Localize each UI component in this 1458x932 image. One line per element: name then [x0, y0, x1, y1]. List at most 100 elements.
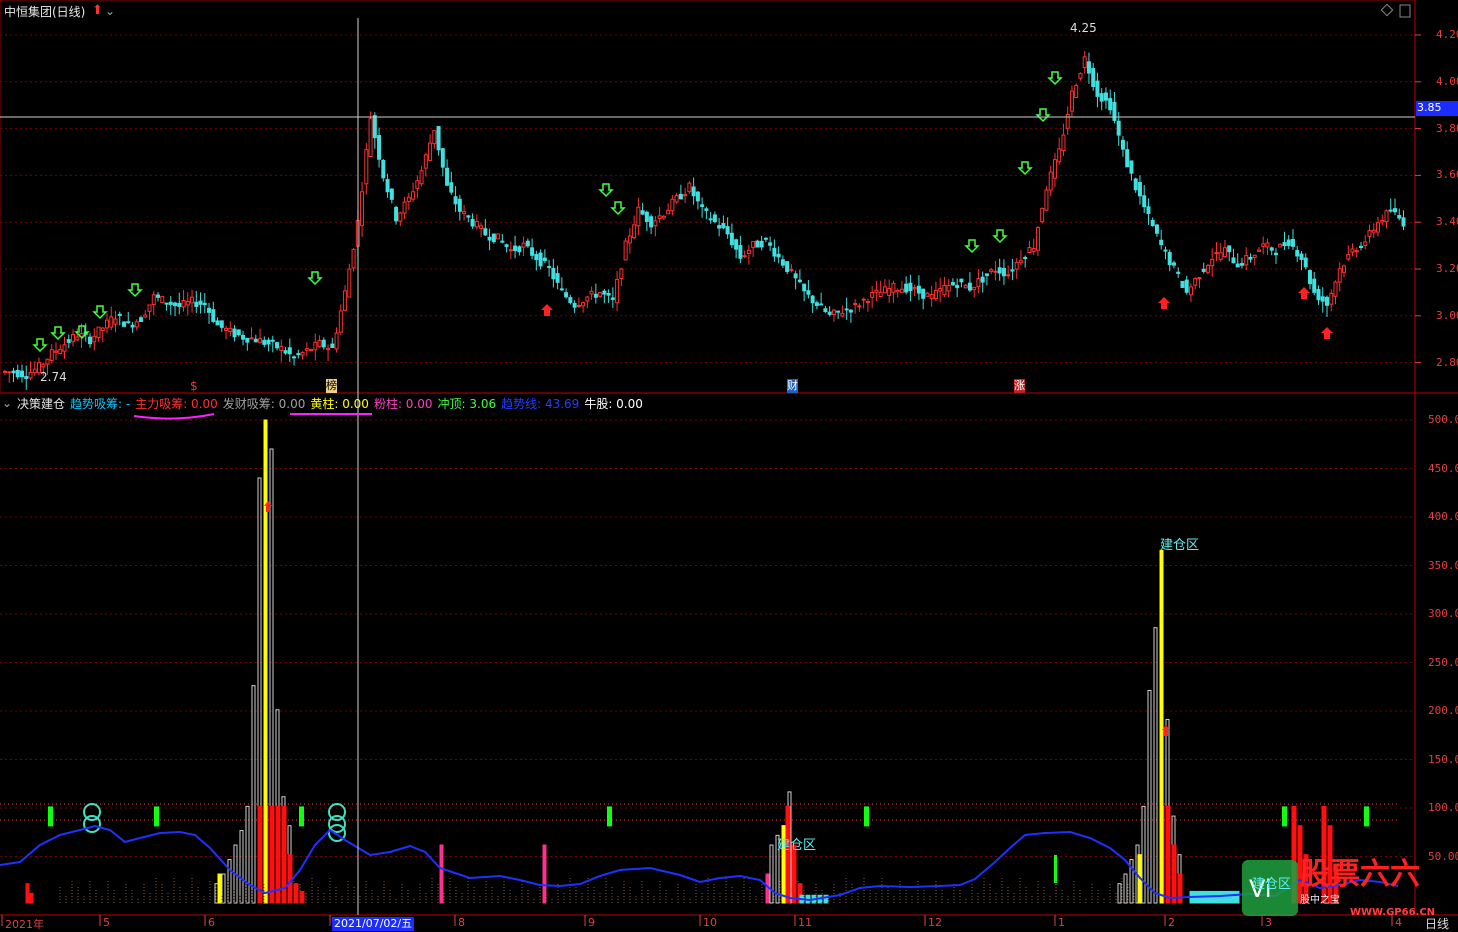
candle-body — [870, 292, 875, 298]
candle-body — [1286, 239, 1291, 247]
chevron-down-icon[interactable]: ⌄ — [105, 4, 115, 18]
candle-body — [1142, 195, 1147, 208]
candle-body — [555, 273, 560, 283]
candle-body — [1380, 219, 1385, 223]
candle-body — [1125, 149, 1130, 168]
candle-body — [1320, 296, 1325, 302]
outline-bar — [221, 873, 226, 904]
candle-body — [1358, 245, 1363, 248]
indicator-tick: 50.00 — [1428, 849, 1458, 863]
candle-body — [887, 288, 892, 296]
candle-body — [275, 342, 280, 349]
price-tick: 2.80 — [1436, 355, 1458, 369]
candle-body — [755, 240, 760, 248]
candle-body — [542, 257, 547, 262]
candle-body — [7, 371, 12, 374]
event-mark-dollar[interactable]: $ — [190, 379, 198, 393]
candle-body — [266, 339, 271, 345]
candle-body — [1086, 61, 1091, 74]
event-mark-finance[interactable]: 财 — [787, 379, 798, 393]
chart-canvas[interactable]: Vi — [0, 0, 1458, 930]
trend-line — [0, 824, 1399, 902]
candle-body — [419, 170, 424, 185]
candle-body — [1095, 80, 1100, 97]
candle-body — [895, 289, 900, 293]
collapse-icon[interactable]: ⌄ — [2, 396, 12, 410]
indicator-tick: 200.00 — [1428, 704, 1458, 717]
candle-body — [1078, 73, 1083, 79]
candle-body — [725, 226, 730, 235]
candle-body — [751, 241, 756, 248]
event-mark-rise[interactable]: 涨 — [1014, 379, 1025, 393]
candle-body — [819, 303, 824, 306]
price-tick: 3.60 — [1436, 168, 1458, 182]
candle-body — [1150, 219, 1155, 226]
cyan-bar — [1234, 890, 1240, 904]
candle-body — [198, 300, 203, 305]
candle-body — [377, 135, 382, 160]
candle-body — [1278, 243, 1283, 248]
candle-body — [840, 312, 845, 317]
time-tick: 11 — [798, 916, 812, 929]
candle-body — [598, 292, 603, 297]
indicator-tick: 500.00 — [1428, 413, 1458, 426]
candle-body — [228, 327, 233, 333]
candle-body — [1171, 262, 1176, 266]
indicator-tick: 350.00 — [1428, 558, 1458, 572]
diamond-icon[interactable] — [1380, 3, 1394, 17]
candle-body — [1188, 286, 1193, 296]
indicator-tick: 150.00 — [1428, 752, 1458, 766]
candle-body — [1069, 90, 1074, 112]
candle-body — [462, 211, 467, 215]
candle-body — [1035, 227, 1040, 251]
candle-body — [1350, 248, 1355, 253]
outline-bar — [769, 844, 774, 904]
candle-body — [1184, 279, 1189, 293]
candle-body — [997, 267, 1002, 274]
candle-body — [258, 338, 263, 344]
candle-body — [54, 350, 59, 353]
candle-body — [1397, 215, 1402, 219]
candle-body — [1193, 277, 1198, 286]
candle-body — [24, 376, 29, 380]
watermark-url: WWW.GP66.CN — [1350, 907, 1436, 918]
candle-body — [49, 349, 54, 361]
zone-label: 建仓区 — [777, 838, 817, 853]
indicator-tick: 250.00 — [1428, 655, 1458, 669]
candle-body — [793, 273, 798, 279]
candle-body — [249, 337, 254, 340]
up-arrow-icon[interactable]: ⬆ — [92, 4, 103, 18]
cyan-bar — [1224, 890, 1230, 904]
candle-body — [619, 268, 624, 280]
candle-body — [1133, 178, 1138, 191]
candle-body — [66, 339, 71, 343]
candle-body — [139, 317, 144, 323]
panel-toggle-icon[interactable] — [1399, 4, 1411, 18]
candle-body — [207, 307, 212, 313]
candle-body — [1201, 268, 1206, 272]
time-tick: 10 — [703, 916, 717, 929]
candle-body — [487, 236, 492, 241]
event-mark-list[interactable]: 榜 — [326, 379, 337, 393]
candle-body — [75, 336, 80, 341]
candle-body — [1295, 249, 1300, 257]
candle-body — [1210, 258, 1215, 267]
candle-body — [241, 334, 246, 340]
candle-body — [1235, 263, 1240, 268]
candle-body — [423, 154, 428, 169]
candle-body — [929, 294, 934, 300]
red-bar — [1165, 805, 1171, 904]
indicator-3: 黄柱: 0.00 — [310, 397, 369, 411]
candle-body — [967, 282, 972, 291]
candle-body — [861, 298, 866, 301]
candle-body — [521, 242, 526, 248]
candle-body — [1354, 250, 1359, 253]
candle-body — [20, 370, 25, 378]
cyan-bar — [1214, 890, 1220, 904]
candle-body — [780, 259, 785, 266]
candle-body — [411, 191, 416, 200]
candle-body — [916, 285, 921, 294]
candle-body — [797, 279, 802, 283]
candle-body — [262, 339, 267, 345]
candle-body — [1040, 208, 1045, 223]
